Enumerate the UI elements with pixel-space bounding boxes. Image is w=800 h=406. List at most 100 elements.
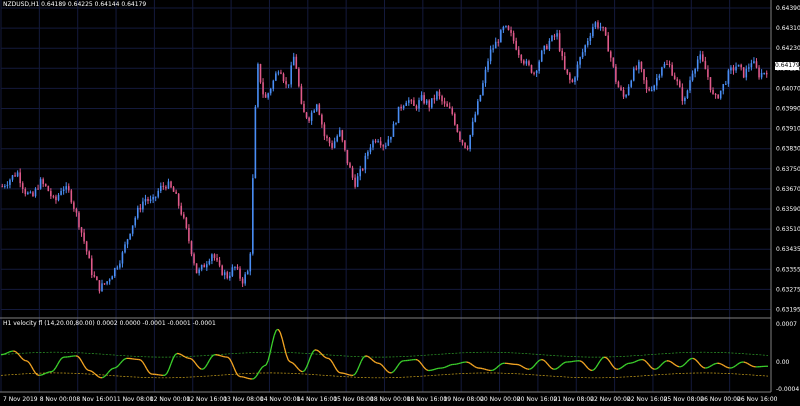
oscillator-segment: [318, 350, 322, 354]
candle-body: [699, 54, 702, 60]
candle-body: [405, 102, 408, 106]
candle-body: [456, 124, 459, 133]
candle-body: [620, 87, 622, 90]
oscillator-segment: [721, 363, 724, 366]
candle-body: [477, 101, 479, 115]
oscillator-segment: [638, 359, 641, 361]
time-tick-label: 20 Nov 16:00: [517, 396, 558, 403]
candle-body: [216, 257, 218, 261]
oscillator-segment: [192, 360, 196, 364]
oscillator-segment: [253, 376, 257, 380]
oscillator-segment: [43, 372, 46, 375]
oscillator-segment: [642, 358, 645, 361]
oscillator-segment: [109, 368, 113, 371]
candle-body: [211, 254, 213, 261]
candle-body: [423, 95, 425, 104]
candle-body: [433, 98, 436, 100]
oscillator-segment: [634, 360, 637, 363]
candle-body: [535, 70, 538, 73]
candle-body: [594, 22, 597, 28]
candle-body: [579, 57, 581, 65]
oscillator-segment: [320, 352, 324, 356]
oscillator-segment: [443, 366, 447, 369]
oscillator-segment: [164, 372, 168, 376]
oscillator-segment: [670, 361, 674, 364]
candle-body: [165, 186, 167, 189]
candle-body: [290, 65, 292, 85]
oscillator-segment: [235, 371, 239, 376]
oscillator-segment: [22, 358, 26, 362]
oscillator-segment: [450, 363, 453, 366]
oscillator-segment: [184, 356, 188, 359]
oscillator-segment: [168, 363, 172, 370]
candle-body: [517, 49, 520, 55]
candle-body: [661, 67, 663, 76]
candle-body: [108, 279, 111, 282]
candle-body: [93, 275, 96, 277]
oscillator-segment: [435, 367, 439, 370]
candle-body: [676, 79, 679, 82]
candle-body: [763, 72, 765, 74]
oscillator-segment: [324, 356, 328, 359]
candle-body: [702, 54, 704, 62]
oscillator-segment: [587, 367, 591, 371]
oscillator-segment: [346, 373, 350, 376]
oscillator-segment: [583, 363, 587, 367]
oscillator-segment: [271, 335, 275, 344]
candle-body: [1, 186, 4, 188]
oscillator-segment: [557, 366, 560, 369]
oscillator-segment: [532, 364, 536, 368]
candle-body: [175, 191, 177, 194]
candle-body: [24, 189, 27, 195]
oscillator-segment: [219, 354, 222, 357]
oscillator-segment: [26, 360, 30, 364]
oscillator-segment: [468, 361, 471, 365]
oscillator-segment: [142, 361, 146, 366]
candle-body: [671, 64, 673, 76]
candle-body: [691, 73, 694, 81]
candle-body: [533, 72, 535, 74]
candle-body: [563, 56, 566, 70]
candle-body: [589, 36, 592, 42]
oscillator-segment: [708, 365, 712, 368]
time-tick-label: 22 Nov 00:00: [590, 396, 631, 403]
candle-body: [183, 214, 185, 218]
oscillator-segment: [227, 356, 231, 360]
candle-body: [154, 196, 157, 198]
oscillator-segment: [607, 359, 611, 363]
candle-body: [287, 84, 290, 86]
trading-chart[interactable]: 0.643900.643100.642300.641500.640700.639…: [0, 0, 800, 406]
candle-body: [254, 106, 257, 179]
oscillator-segment: [368, 356, 372, 360]
oscillator-segment: [492, 368, 496, 371]
oscillator-segment: [589, 369, 593, 372]
oscillator-segment: [300, 370, 303, 373]
candle-body: [502, 26, 505, 31]
candle-body: [60, 191, 62, 195]
oscillator-segment: [55, 363, 59, 369]
oscillator-segment: [208, 356, 213, 361]
candle-body: [257, 64, 259, 107]
candle-body: [574, 77, 576, 82]
oscillator-segment: [747, 363, 751, 366]
price-axis: 0.643900.643100.642300.641500.640700.639…: [776, 5, 800, 314]
candle-body: [52, 196, 55, 198]
candle-body: [737, 64, 740, 67]
oscillator-segment: [548, 365, 552, 369]
candle-body: [681, 87, 684, 102]
time-tick-label: 21 Nov 08:00: [554, 396, 595, 403]
candle-body: [269, 88, 272, 94]
oscillator-segment: [85, 368, 89, 371]
oscillator-segment: [360, 357, 364, 362]
oscillator-segment: [609, 361, 613, 366]
oscillator-segment: [656, 366, 660, 370]
candle-body: [172, 187, 175, 192]
candle-body: [415, 105, 418, 109]
oscillator-segment: [243, 376, 247, 379]
candle-body: [740, 64, 742, 68]
candle-body: [712, 90, 714, 94]
oscillator-segment: [281, 338, 285, 348]
oscillator-segment: [482, 367, 485, 370]
oscillator-segment: [591, 369, 595, 372]
candle-body: [361, 169, 364, 171]
